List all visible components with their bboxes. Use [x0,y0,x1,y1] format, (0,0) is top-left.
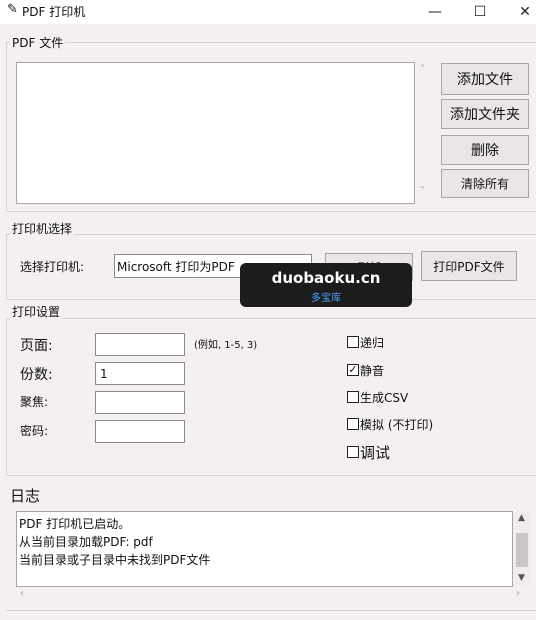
pdf-files-group-title: PDF 文件 [10,34,66,51]
password-label: 密码: [20,424,49,438]
log-line: 从当前目录加载PDF: pdf [19,535,153,549]
minimize-button[interactable]: — [415,0,455,24]
scroll-thumb[interactable] [516,533,528,567]
log-vertical-scrollbar[interactable]: ▲ ▼ [514,511,530,587]
pages-label: 页面: [20,338,53,354]
printer-group-title: 打印机选择 [10,220,75,237]
print-settings-group-title: 打印设置 [10,303,63,320]
feather-icon: ✎ [7,2,18,17]
pdf-file-list[interactable] [16,62,415,204]
scroll-left-icon[interactable]: ‹ [20,588,24,599]
log-text-area[interactable]: PDF 打印机已启动。 从当前目录加载PDF: pdf 当前目录或子目录中未找到… [16,511,513,587]
bottom-divider [6,610,536,611]
scroll-right-icon[interactable]: › [516,588,520,599]
clear-all-button[interactable]: 清除所有 [441,169,529,198]
log-line: 当前目录或子目录中未找到PDF文件 [19,553,211,567]
focus-input[interactable] [95,391,185,414]
scroll-down-icon[interactable]: ▼ [518,573,525,583]
recursive-label: 递归 [360,336,385,350]
silent-label: 静音 [360,364,385,378]
recursive-checkbox[interactable] [347,336,359,348]
window-title: PDF 打印机 [22,5,86,19]
printer-select-label: 选择打印机: [20,260,85,274]
watermark-subtext: 多宝库 [311,293,341,304]
print-settings-group [6,318,536,476]
scroll-up-icon[interactable]: ˄ [420,64,425,75]
simulate-label: 模拟 (不打印) [360,418,434,432]
checkmark-icon: ✓ [348,363,358,376]
close-button[interactable]: ✕ [505,0,536,24]
debug-checkbox[interactable] [347,446,359,458]
focus-label: 聚焦: [20,395,49,409]
copies-input[interactable]: 1 [95,362,185,385]
log-horizontal-scrollbar[interactable]: ‹ › [16,588,530,602]
scroll-down-icon[interactable]: ˅ [420,186,425,197]
copies-label: 份数: [20,367,53,383]
pages-hint: (例如, 1-5, 3) [194,340,258,351]
scroll-up-icon[interactable]: ▲ [518,513,525,523]
watermark-text: duobaoku.cn [271,269,381,287]
log-title: 日志 [10,487,41,505]
silent-checkbox[interactable]: ✓ [347,364,359,376]
generate-csv-label: 生成CSV [360,391,409,405]
add-folder-button[interactable]: 添加文件夹 [441,99,529,129]
print-pdf-button[interactable]: 打印PDF文件 [421,251,517,281]
add-file-button[interactable]: 添加文件 [441,63,529,95]
pages-input[interactable] [95,333,185,356]
simulate-checkbox[interactable] [347,418,359,430]
password-input[interactable] [95,420,185,443]
log-line: PDF 打印机已启动。 [19,517,131,531]
delete-button[interactable]: 删除 [441,135,529,165]
file-list-scrollbar[interactable]: ˄ ˅ [418,62,432,202]
debug-label: 调试 [360,444,391,462]
title-bar: ✎ PDF 打印机 — ☐ ✕ [0,0,536,24]
generate-csv-checkbox[interactable] [347,391,359,403]
watermark-badge: duobaoku.cn 多宝库 [240,263,412,307]
maximize-button[interactable]: ☐ [460,0,500,24]
